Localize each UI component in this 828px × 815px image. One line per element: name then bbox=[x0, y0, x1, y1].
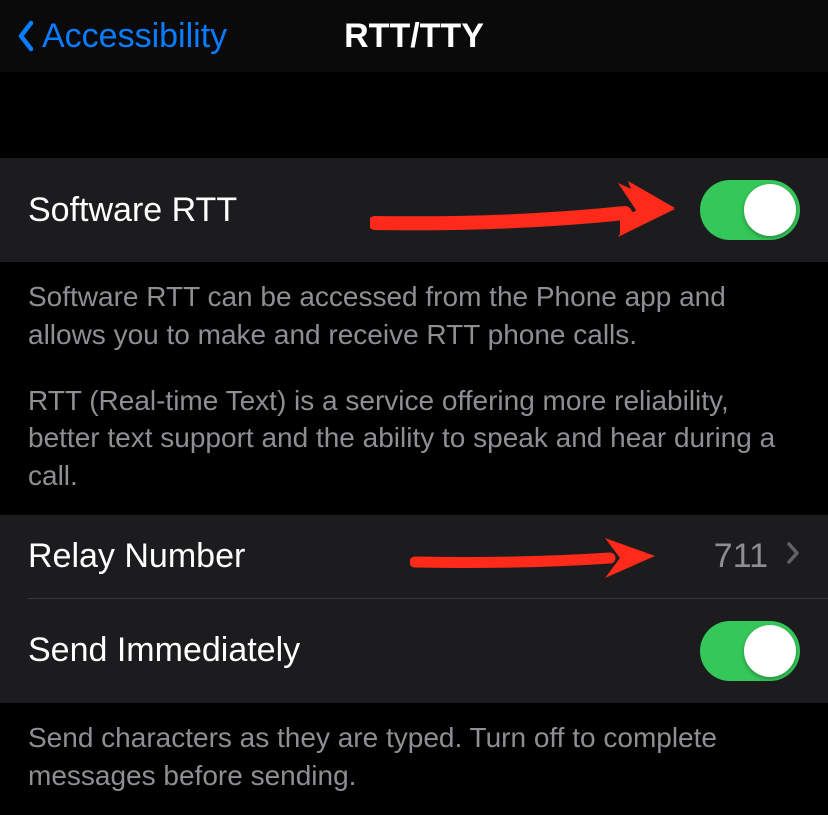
toggle-knob bbox=[744, 184, 796, 236]
send-immediately-footer: Send characters as they are typed. Turn … bbox=[0, 703, 828, 815]
toggle-knob bbox=[744, 625, 796, 677]
settings-group: Relay Number 711 Send Immediately bbox=[0, 515, 828, 703]
software-rtt-footer: Software RTT can be accessed from the Ph… bbox=[0, 262, 828, 515]
send-immediately-row: Send Immediately bbox=[0, 599, 828, 703]
software-rtt-toggle[interactable] bbox=[700, 180, 800, 240]
send-immediately-label: Send Immediately bbox=[28, 631, 300, 670]
row-trailing: 711 bbox=[714, 537, 800, 576]
back-button[interactable]: Accessibility bbox=[16, 17, 227, 56]
relay-number-row[interactable]: Relay Number 711 bbox=[0, 515, 828, 598]
chevron-right-icon bbox=[786, 541, 800, 572]
footer-paragraph: Send characters as they are typed. Turn … bbox=[28, 719, 800, 795]
back-label: Accessibility bbox=[42, 17, 227, 56]
software-rtt-label: Software RTT bbox=[28, 191, 237, 230]
section-spacer bbox=[0, 72, 828, 158]
page-title: RTT/TTY bbox=[344, 17, 484, 56]
relay-number-label: Relay Number bbox=[28, 537, 245, 576]
chevron-left-icon bbox=[16, 19, 36, 53]
send-immediately-toggle[interactable] bbox=[700, 621, 800, 681]
navigation-bar: Accessibility RTT/TTY bbox=[0, 0, 828, 72]
footer-paragraph: Software RTT can be accessed from the Ph… bbox=[28, 278, 800, 354]
footer-paragraph: RTT (Real-time Text) is a service offeri… bbox=[28, 382, 800, 495]
software-rtt-row: Software RTT bbox=[0, 158, 828, 262]
relay-number-value: 711 bbox=[714, 537, 768, 576]
